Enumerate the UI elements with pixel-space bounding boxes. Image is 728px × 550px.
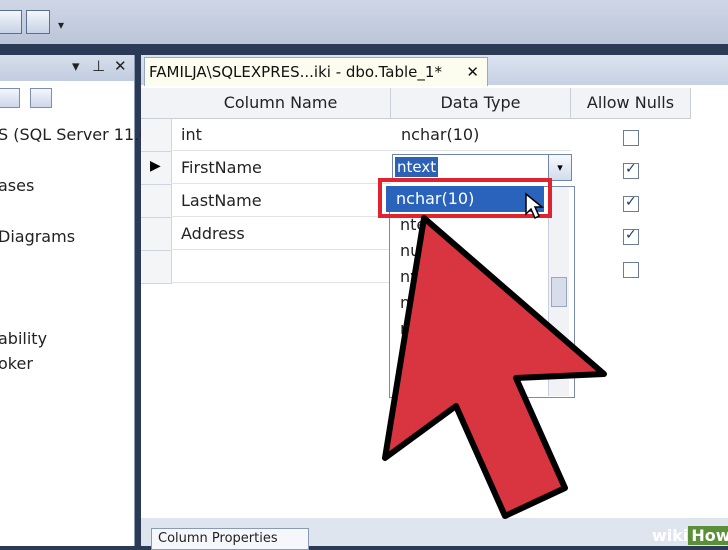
watermark-suffix: How [688,526,728,545]
watermark-prefix: wiki [652,526,689,545]
watermark: wiki How [652,526,728,545]
annotation-arrow-icon [382,192,607,519]
